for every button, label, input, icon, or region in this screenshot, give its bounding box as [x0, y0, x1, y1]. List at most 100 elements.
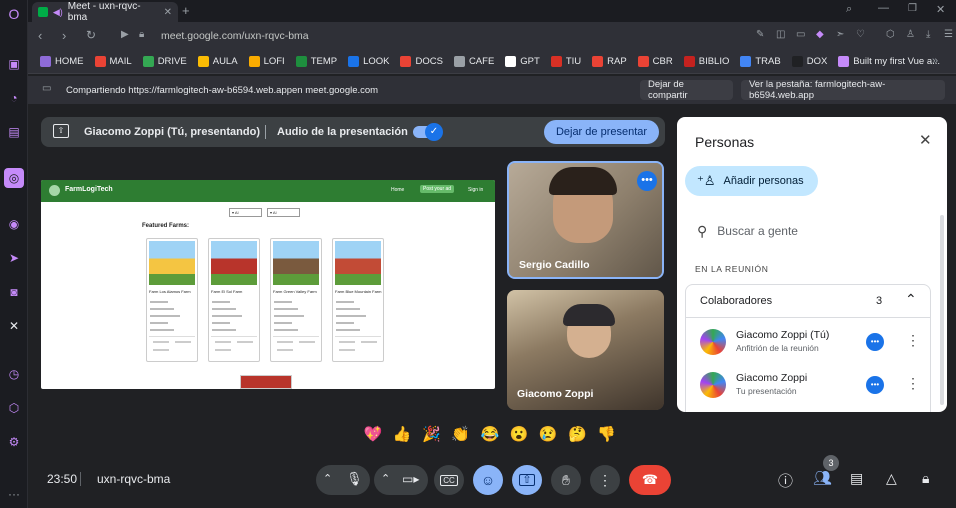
extensions-icon[interactable]: ⬡	[886, 29, 895, 40]
host-controls-icon[interactable]: 🔒︎	[922, 470, 929, 487]
close-window-icon[interactable]: ✕	[936, 3, 945, 16]
bookmark-item[interactable]: LOFI	[248, 56, 285, 67]
bookmark-item[interactable]: DOCS	[400, 56, 443, 67]
stop-presenting-button[interactable]: Dejar de presentar	[544, 120, 659, 144]
minimize-icon[interactable]: —	[878, 2, 889, 14]
snapshot-icon[interactable]: ◫	[776, 29, 785, 40]
instagram-icon[interactable]: ◙	[4, 282, 24, 302]
lock-icon[interactable]: 🔒︎	[139, 29, 144, 40]
emoji-button[interactable]: ☺	[473, 465, 503, 495]
heart-icon[interactable]: ♡	[856, 29, 865, 40]
search-people-field[interactable]: ⚲ Buscar a gente	[685, 210, 931, 252]
search-input[interactable]: Buscar a gente	[717, 224, 798, 238]
bookmark-item[interactable]: CBR	[637, 56, 673, 67]
reaction-emoji-button[interactable]: 🎉	[419, 422, 443, 446]
gamepad-icon[interactable]: ▣	[4, 54, 24, 74]
more-icon[interactable]: ···	[4, 484, 24, 504]
activities-icon[interactable]: △	[886, 470, 897, 487]
opera-logo-icon[interactable]: O	[4, 4, 24, 24]
reaction-emoji-button[interactable]: 😂	[478, 422, 502, 446]
bookmark-item[interactable]: BIBLIO	[683, 56, 729, 67]
reaction-emoji-button[interactable]: 👍	[390, 422, 414, 446]
forward-icon[interactable]: ›	[62, 28, 66, 43]
site-nav-signin[interactable]: Sign in	[468, 187, 483, 193]
edit-icon[interactable]: ✎	[756, 29, 764, 40]
site-filter-2[interactable]: ▾ Al	[267, 208, 300, 217]
url-field[interactable]: meet.google.com/uxn-rqvc-bma	[161, 30, 309, 42]
x-icon[interactable]: ✕	[4, 316, 24, 336]
new-tab-icon[interactable]: +	[182, 3, 190, 18]
bookmark-item[interactable]: LOOK	[348, 56, 389, 67]
site-nav-home[interactable]: Home	[391, 187, 404, 193]
participant-tile-giacomo[interactable]: Giacomo Zoppi	[507, 290, 664, 410]
close-panel-icon[interactable]: ✕	[919, 131, 932, 149]
bookmark-item[interactable]: Built my first Vue a...	[838, 56, 940, 67]
captions-button[interactable]: CC	[434, 465, 464, 495]
send-icon[interactable]: ➣	[836, 29, 844, 40]
stop-sharing-button[interactable]: Dejar de compartir	[640, 79, 733, 101]
leave-call-button[interactable]: ☎︎	[629, 465, 671, 495]
more-options-icon[interactable]: •••	[637, 171, 657, 191]
reaction-emoji-button[interactable]: 🤔	[565, 422, 589, 446]
bookmark-item[interactable]: DOX	[791, 56, 827, 67]
speed-dial-icon[interactable]: ◔	[4, 88, 24, 108]
bookmark-item[interactable]: TEMP	[295, 56, 337, 67]
farm-card[interactable]: Farm Blue Mountain Farm	[332, 238, 384, 362]
reaction-emoji-button[interactable]: 😮	[507, 422, 531, 446]
bookmark-item[interactable]: RAP	[592, 56, 627, 67]
member-more-icon[interactable]: ⋮	[906, 332, 920, 349]
group-label[interactable]: Colaboradores	[700, 295, 772, 307]
member-more-icon[interactable]: ⋮	[906, 375, 920, 392]
bookmark-item[interactable]: CAFE	[453, 56, 494, 67]
download-icon[interactable]: ⤓	[926, 29, 930, 40]
mic-options-chevron-icon[interactable]: ⌃	[323, 472, 332, 485]
wallet-icon[interactable]: ▭	[796, 29, 805, 40]
profile-icon[interactable]: ♙	[906, 29, 915, 40]
settings-icon[interactable]: ⚙	[4, 432, 24, 452]
more-options-button[interactable]: ⋮	[590, 465, 620, 495]
view-tab-button[interactable]: Ver la pestaña: farmlogitech-aw-b6594.we…	[741, 79, 945, 101]
messenger-icon[interactable]: ◉	[4, 214, 24, 234]
bookmark-item[interactable]: MAIL	[94, 56, 132, 67]
reload-icon[interactable]: ↻	[86, 28, 96, 42]
reaction-emoji-button[interactable]: 😢	[536, 422, 560, 446]
search-tabs-icon[interactable]: ⌕	[846, 3, 852, 16]
bookmark-item[interactable]: DRIVE	[142, 56, 187, 67]
camera-in-use-icon[interactable]: ▶	[121, 29, 129, 40]
camera-icon[interactable]: ▭▸	[402, 472, 419, 486]
raise-hand-button[interactable]: ✋︎	[551, 465, 581, 495]
present-button[interactable]: ⇧	[512, 465, 542, 495]
bookmark-item[interactable]: AULA	[197, 56, 238, 67]
collapse-chevron-icon[interactable]: ⌃	[905, 291, 917, 308]
farm-card[interactable]: Farm Los Alamos Farm	[146, 238, 198, 362]
close-tab-icon[interactable]: ✕	[164, 7, 172, 18]
bookmark-item[interactable]: TIU	[550, 56, 581, 67]
twitch-icon[interactable]: ▤	[4, 122, 24, 142]
bookmarks-overflow-icon[interactable]: »	[932, 55, 938, 67]
restore-icon[interactable]: ❐	[908, 3, 917, 14]
reaction-emoji-button[interactable]: 👎	[595, 422, 619, 446]
farm-card[interactable]: Farm El Sol Farm	[208, 238, 260, 362]
bookmark-item[interactable]: HOME	[40, 56, 84, 67]
meeting-details-icon[interactable]: ⓘ	[778, 470, 793, 491]
people-icon[interactable]: 👥︎	[813, 469, 832, 487]
tab-meet[interactable]: ◀) Meet - uxn-rqvc-bma ✕	[32, 1, 178, 23]
cube-icon[interactable]: ⬡	[4, 398, 24, 418]
bookmark-item[interactable]: TRAB	[740, 56, 781, 67]
microphone-icon[interactable]: 🎙︎	[346, 471, 363, 487]
reaction-emoji-button[interactable]: 👏	[449, 422, 473, 446]
chat-icon[interactable]: ▤	[850, 470, 863, 487]
camera-options-chevron-icon[interactable]: ⌃	[381, 472, 390, 485]
reaction-emoji-button[interactable]: 💖	[361, 422, 385, 446]
back-icon[interactable]: ‹	[38, 28, 42, 43]
farm-card[interactable]: Farm Green Valley Farm	[270, 238, 322, 362]
bookmark-item[interactable]: GPT	[505, 56, 540, 67]
audio-playing-icon[interactable]: ◀)	[53, 7, 63, 18]
member-row[interactable]: Giacomo Zoppi Tu presentación ••• ⋮	[686, 366, 930, 406]
telegram-icon[interactable]: ➤	[4, 248, 24, 268]
member-row[interactable]: Giacomo Zoppi (Tú) Anfitrión de la reunió…	[686, 323, 930, 363]
aria-icon[interactable]: ◎	[4, 168, 24, 188]
site-filter-1[interactable]: ▾ Al	[229, 208, 262, 217]
easy-setup-icon[interactable]: ☰	[944, 29, 953, 40]
panel-scrollbar[interactable]	[940, 215, 944, 405]
